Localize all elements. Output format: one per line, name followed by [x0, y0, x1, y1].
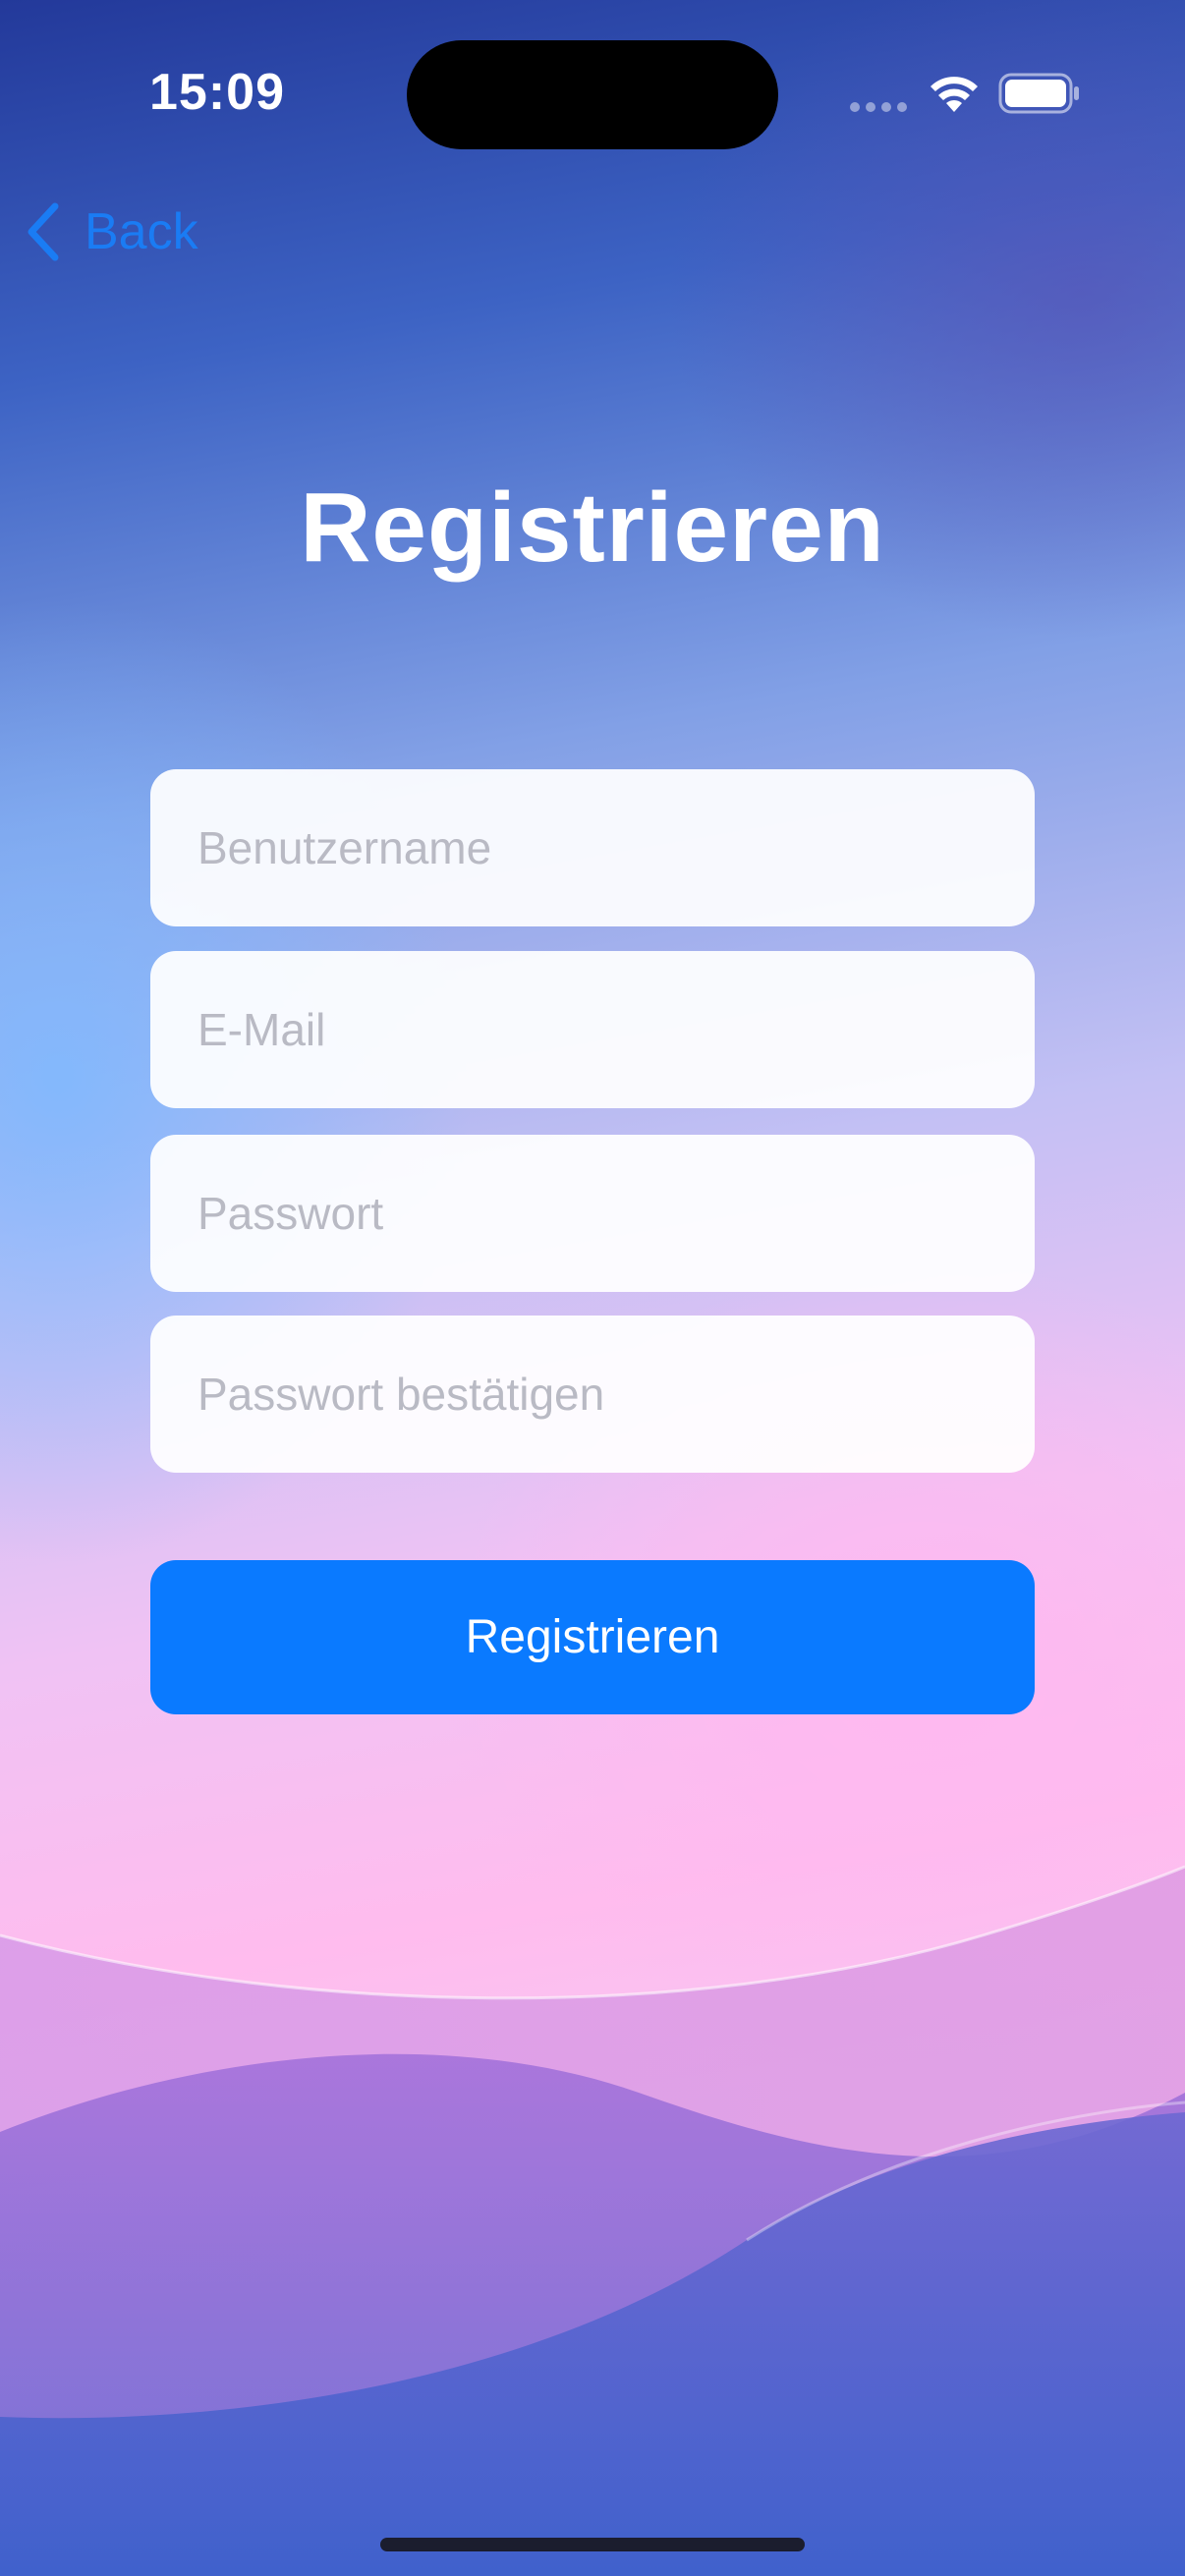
cellular-signal-icon [850, 102, 907, 112]
confirm-password-field[interactable] [150, 1316, 1035, 1473]
battery-icon [998, 73, 1079, 114]
chevron-left-icon [28, 202, 59, 261]
page-title: Registrieren [300, 473, 885, 583]
username-field[interactable] [150, 769, 1035, 926]
registration-form [150, 769, 1035, 1497]
dynamic-island [407, 40, 778, 149]
wifi-icon [931, 77, 978, 112]
home-indicator[interactable] [380, 2538, 805, 2551]
back-button[interactable]: Back [24, 193, 198, 271]
email-field[interactable] [150, 951, 1035, 1108]
password-field[interactable] [150, 1135, 1035, 1292]
registration-screen: 15:09 Back Registrieren Registrieren [0, 0, 1185, 2576]
status-bar-time: 15:09 [149, 64, 285, 121]
register-button[interactable]: Registrieren [150, 1560, 1035, 1714]
back-label: Back [85, 203, 198, 260]
background-waves [0, 1865, 1185, 2576]
